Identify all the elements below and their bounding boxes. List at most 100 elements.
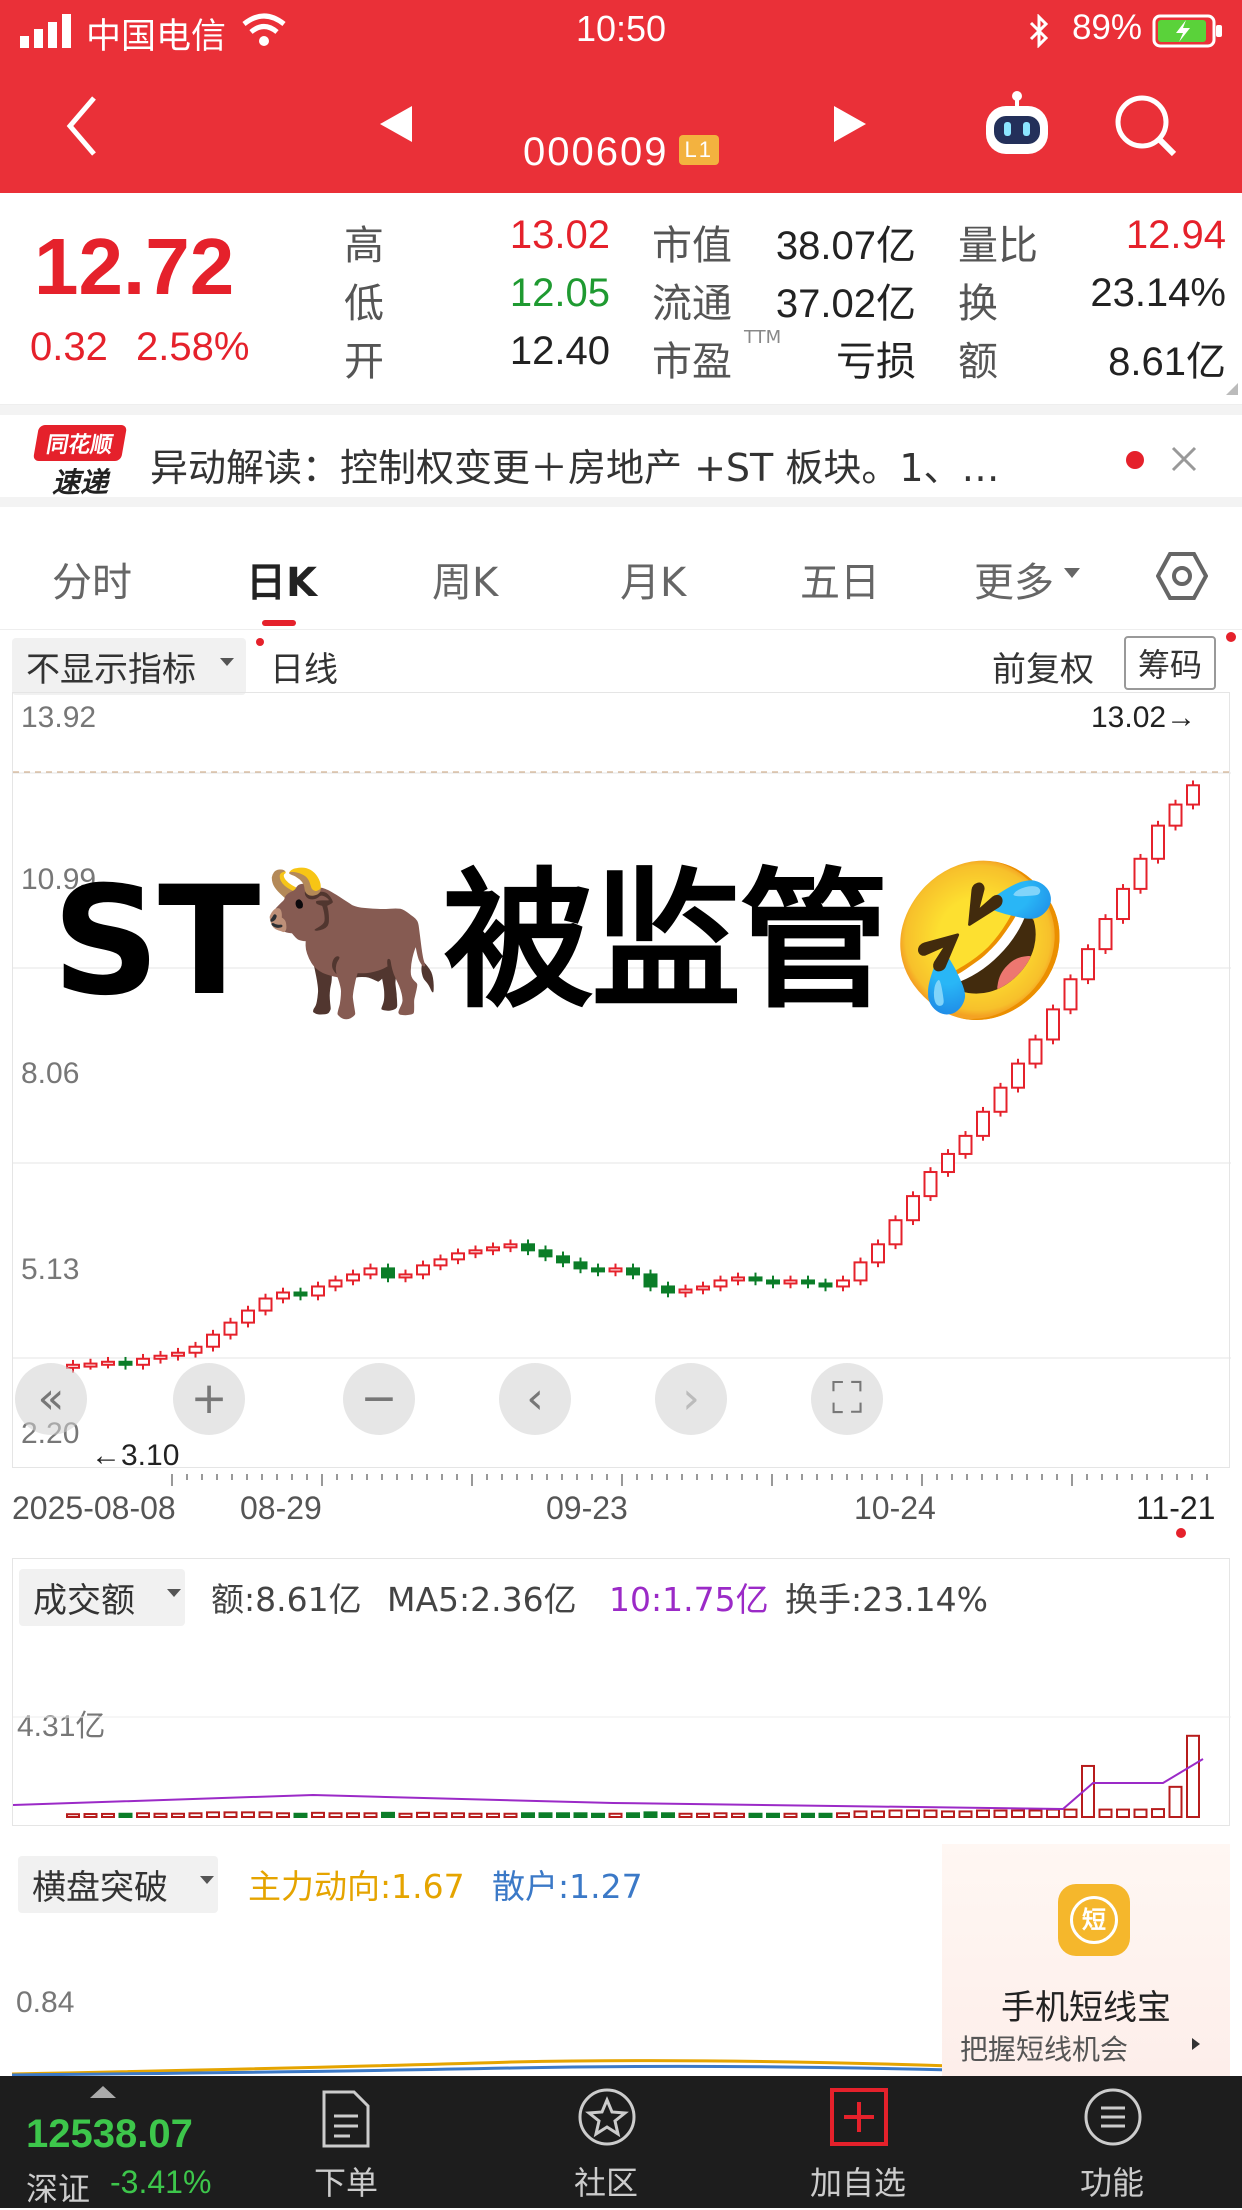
close-icon[interactable] — [1170, 445, 1198, 473]
fullscreen-button[interactable]: ⛶ — [811, 1363, 883, 1435]
candle-body — [153, 1354, 168, 1360]
dropdown-icon — [200, 1876, 214, 1884]
last-price: 12.72 — [34, 222, 235, 311]
unread-dot — [1126, 451, 1144, 469]
tab-five-day[interactable]: 五日 — [800, 550, 880, 608]
bluetooth-icon — [1029, 14, 1049, 48]
expand-up-icon[interactable] — [88, 2084, 118, 2100]
candle-body — [958, 1134, 973, 1155]
zoom-out-button[interactable]: − — [343, 1363, 415, 1435]
candle-body — [836, 1279, 850, 1288]
open-value: 12.40 — [509, 329, 610, 373]
candle-body — [906, 1195, 920, 1222]
clock: 10:50 — [575, 8, 667, 49]
volume-bar — [118, 1812, 133, 1818]
candle-body — [1081, 948, 1095, 981]
tab-monthly-k[interactable]: 月K — [620, 550, 686, 608]
low-value: 12.05 — [509, 271, 610, 315]
indicator-select[interactable]: 不显示指标 — [12, 638, 246, 695]
volume-bar — [1133, 1808, 1148, 1819]
turnover-value: 23.14% — [1090, 271, 1226, 315]
index-value[interactable]: 12538.07 — [26, 2112, 193, 2157]
scroll-right-button[interactable]: › — [655, 1363, 727, 1435]
tab-timeshare[interactable]: 分时 — [52, 550, 132, 608]
volume-bar — [101, 1812, 115, 1818]
mktcap-value: 38.07亿 — [775, 224, 916, 268]
candle-body — [188, 1345, 203, 1354]
short-line-ad[interactable]: 短 手机短线宝 把握短线机会 — [942, 1844, 1230, 2076]
price-change: 0.32 — [30, 325, 108, 369]
rewind-button[interactable]: « — [15, 1363, 87, 1435]
candle-body — [1133, 857, 1148, 890]
volume-bar — [1186, 1734, 1200, 1818]
volume-bar — [416, 1811, 430, 1819]
volume-bar — [363, 1812, 378, 1819]
header: 中国电信 10:50 89% 000609 L1 — [0, 0, 1242, 193]
zoom-in-button[interactable]: + — [173, 1363, 245, 1435]
volume-ratio-label: 量比 — [958, 223, 1038, 269]
candle-body — [346, 1273, 360, 1282]
volume-ratio-value: 12.94 — [1125, 213, 1226, 257]
candle-body — [976, 1110, 990, 1137]
order-icon — [322, 2090, 370, 2148]
ma10-line — [13, 1758, 1204, 1811]
date-ticks — [171, 1474, 1208, 1486]
candle-body — [258, 1297, 273, 1312]
ths-logo: 同花顺 速递 — [32, 425, 128, 499]
candle-body — [468, 1249, 483, 1255]
mktcap-label: 市值 — [652, 223, 732, 269]
functions-button[interactable]: 功能 — [1012, 2076, 1212, 2208]
volume-bar — [153, 1812, 168, 1818]
tab-more[interactable]: 更多 — [974, 550, 1054, 608]
candle-body — [1028, 1038, 1043, 1065]
volume-bar — [83, 1813, 98, 1819]
candle-body — [276, 1291, 290, 1300]
indicator-panel[interactable]: 横盘突破 主力动向:1.67 散户:1.27 0.84 短 手机短线宝 把握短线… — [12, 1844, 1230, 2076]
y-label-3: 5.13 — [21, 1253, 80, 1286]
volume-bar — [836, 1812, 850, 1819]
volume-bar — [1046, 1808, 1060, 1819]
adjust-mode[interactable]: 前复权 — [992, 642, 1094, 691]
tab-daily-k[interactable]: 日K — [246, 550, 317, 608]
retail-label: 散户:1.27 — [492, 1867, 643, 1906]
tab-weekly-k[interactable]: 周K — [432, 550, 498, 608]
scroll-left-button[interactable]: ‹ — [499, 1363, 571, 1435]
indicator-panel-select[interactable]: 横盘突破 — [18, 1856, 218, 1913]
volume-bar — [66, 1813, 80, 1818]
amount-value: 8.61亿 — [1108, 340, 1226, 384]
candle-body — [328, 1279, 343, 1288]
battery-percent: 89% — [1071, 8, 1142, 47]
chips-button[interactable]: 筹码 — [1124, 636, 1217, 690]
indicator-lines — [12, 2059, 952, 2076]
volume-bar — [871, 1810, 885, 1818]
candle-body — [748, 1276, 763, 1282]
settings-icon[interactable] — [1156, 550, 1208, 602]
candle-body — [171, 1351, 185, 1357]
candle-body — [136, 1357, 150, 1366]
add-watchlist-button[interactable]: 加自选 — [758, 2076, 958, 2208]
pe-ttm-label: TTM — [744, 327, 782, 348]
date-label-2: 09-23 — [546, 1490, 628, 1526]
candle-body — [871, 1243, 885, 1264]
candle-body — [538, 1249, 553, 1258]
volume-bar — [1011, 1809, 1025, 1818]
candle-body — [993, 1086, 1008, 1113]
candle-body — [381, 1267, 395, 1279]
candle-body — [1011, 1062, 1025, 1089]
chevron-right-icon — [1192, 2038, 1200, 2050]
expand-corner-icon[interactable] — [1224, 381, 1240, 397]
candle-body — [118, 1360, 133, 1366]
candle-body — [556, 1255, 570, 1264]
order-button[interactable]: 下单 — [246, 2076, 446, 2208]
candle-body — [206, 1333, 220, 1348]
candle-body — [1168, 803, 1183, 827]
news-ticker[interactable]: 同花顺 速递 异动解读：控制权变更＋房地产 +ST 板块。1、… — [0, 405, 1242, 507]
volume-bar — [941, 1810, 955, 1818]
community-button[interactable]: 社区 — [506, 2076, 706, 2208]
volume-bar — [521, 1812, 535, 1819]
volume-panel[interactable]: 成交额 额:8.61亿 MA5:2.36亿 10:1.75亿 换手:23.14%… — [12, 1558, 1231, 1826]
kline-chart[interactable]: 13.92 10.99 8.06 5.13 2.20 13.02→ ←3.10 … — [12, 692, 1231, 1472]
notice-dot — [256, 638, 264, 646]
today-dot — [1176, 1528, 1186, 1538]
indicator-y-label: 0.84 — [16, 1986, 75, 2019]
